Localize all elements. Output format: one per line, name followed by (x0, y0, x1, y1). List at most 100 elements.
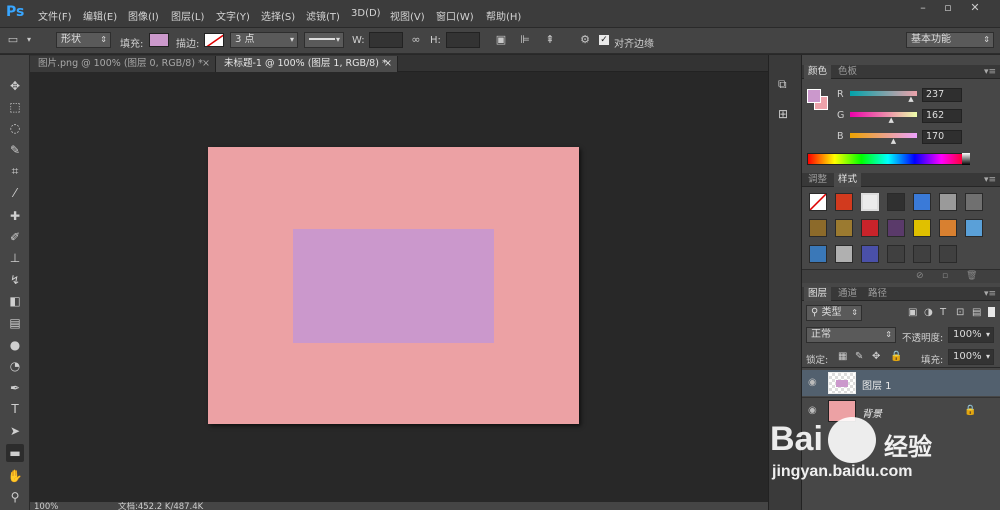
healing-brush-tool-icon[interactable]: ✚ (6, 207, 24, 225)
menu-window[interactable]: 窗口(W) (436, 8, 474, 23)
style-swatch[interactable] (887, 219, 905, 237)
blue-value-input[interactable]: 170 (922, 130, 962, 144)
link-icon[interactable]: ∞ (409, 33, 423, 47)
new-style-icon[interactable]: ▫ (942, 271, 948, 281)
history-brush-tool-icon[interactable]: ↯ (6, 271, 24, 289)
style-swatch[interactable] (965, 193, 983, 211)
menu-file[interactable]: 文件(F) (38, 8, 72, 23)
stroke-size-select[interactable]: 3 点 ▾ (230, 32, 298, 48)
history-panel-icon[interactable]: ⧉ (778, 77, 794, 93)
delete-style-icon[interactable]: 🗑 (966, 271, 977, 281)
black-white-ramp[interactable] (962, 153, 970, 165)
minimize-icon[interactable]: – (910, 0, 936, 16)
clear-style-icon[interactable]: ⊘ (916, 271, 924, 281)
layer-name[interactable]: 图层 1 (862, 377, 892, 392)
gear-icon[interactable]: ⚙ (578, 33, 592, 47)
lock-transparency-icon[interactable]: ▦ (838, 351, 847, 362)
lock-position-icon[interactable]: ✥ (872, 351, 880, 362)
close-tab-icon[interactable]: × (202, 56, 210, 72)
green-slider-handle[interactable]: ▲ (889, 116, 894, 124)
menu-3d[interactable]: 3D(D) (351, 8, 381, 19)
menu-edit[interactable]: 编辑(E) (83, 8, 117, 23)
chevron-down-icon[interactable]: ▾ (22, 33, 36, 47)
color-spectrum-bar[interactable] (807, 153, 969, 165)
style-swatch[interactable] (913, 245, 931, 263)
green-value-input[interactable]: 162 (922, 109, 962, 123)
opacity-input[interactable]: 100% ▾ (948, 327, 994, 343)
panel-menu-icon[interactable]: ▾≡ (984, 173, 996, 187)
menu-layer[interactable]: 图层(L) (171, 8, 204, 23)
type-tool-icon[interactable]: T (6, 400, 24, 418)
tab-layers[interactable]: 图层 (804, 287, 832, 301)
blend-mode-select[interactable]: 正常 ⇕ (806, 327, 896, 343)
style-swatch[interactable] (835, 219, 853, 237)
width-input[interactable] (369, 32, 403, 48)
path-arrangement-icon[interactable]: ⇞ (543, 33, 557, 47)
red-value-input[interactable]: 237 (922, 88, 962, 102)
lasso-tool-icon[interactable]: ◌ (6, 119, 24, 137)
menu-image[interactable]: 图像(I) (128, 8, 159, 23)
clone-stamp-tool-icon[interactable]: ⊥ (6, 249, 24, 267)
dodge-tool-icon[interactable]: ◔ (6, 357, 24, 375)
panel-menu-icon[interactable]: ▾≡ (984, 287, 996, 301)
style-swatch[interactable] (939, 219, 957, 237)
menu-filter[interactable]: 滤镜(T) (306, 8, 340, 23)
pen-tool-icon[interactable]: ✒ (6, 379, 24, 397)
fill-input[interactable]: 100% ▾ (948, 349, 994, 365)
style-swatch[interactable] (939, 193, 957, 211)
tab-untitled-1[interactable]: 未标题-1 @ 100% (图层 1, RGB/8) * × (216, 56, 398, 72)
eraser-tool-icon[interactable]: ◧ (6, 292, 24, 310)
layer-row-layer-1[interactable]: ◉ 图层 1 (802, 370, 1000, 396)
stroke-swatch[interactable] (204, 33, 224, 47)
lock-pixels-icon[interactable]: ✎ (855, 351, 863, 362)
red-slider-handle[interactable]: ▲ (908, 95, 913, 103)
tab-color[interactable]: 颜色 (804, 65, 832, 79)
filter-toggle[interactable] (988, 307, 995, 317)
filter-shape-icon[interactable]: ⊡ (956, 307, 964, 318)
menu-select[interactable]: 选择(S) (261, 8, 295, 23)
style-swatch[interactable] (835, 245, 853, 263)
menu-type[interactable]: 文字(Y) (216, 8, 250, 23)
workspace-select[interactable]: 基本功能 ⇕ (906, 32, 994, 48)
style-swatch[interactable] (809, 193, 827, 211)
tab-styles[interactable]: 样式 (834, 173, 862, 187)
style-swatch[interactable] (861, 219, 879, 237)
rectangle-shape-layer[interactable] (293, 229, 494, 343)
zoom-tool-icon[interactable]: ⚲ (6, 488, 24, 506)
restore-icon[interactable]: ▫ (935, 0, 961, 16)
path-selection-tool-icon[interactable]: ➤ (6, 422, 24, 440)
crop-tool-icon[interactable]: ⌗ (6, 162, 24, 180)
close-tab-icon[interactable]: × (384, 56, 392, 72)
move-tool-icon[interactable]: ✥ (6, 77, 24, 95)
foreground-color-swatch[interactable] (807, 89, 821, 103)
red-slider[interactable] (850, 91, 917, 96)
path-operations-icon[interactable]: ▣ (494, 33, 508, 47)
tool-preset-picker[interactable]: ▭ (6, 33, 20, 47)
quick-select-tool-icon[interactable]: ✎ (6, 141, 24, 159)
tab-image-png[interactable]: 图片.png @ 100% (图层 0, RGB/8) * × (30, 56, 216, 72)
blue-slider[interactable] (850, 133, 917, 138)
marquee-tool-icon[interactable]: ⬚ (6, 98, 24, 116)
style-swatch[interactable] (809, 245, 827, 263)
style-swatch[interactable] (809, 219, 827, 237)
filter-adjustment-icon[interactable]: ◑ (924, 307, 933, 318)
menu-view[interactable]: 视图(V) (390, 8, 425, 23)
stroke-type-select[interactable]: ▾ (304, 32, 344, 48)
align-edges-checkbox[interactable]: ✓ (599, 35, 609, 45)
properties-panel-icon[interactable]: ⊞ (778, 107, 794, 123)
style-swatch[interactable] (913, 219, 931, 237)
tab-swatches[interactable]: 色板 (834, 65, 861, 79)
blur-tool-icon[interactable]: ● (6, 336, 24, 354)
menu-help[interactable]: 帮助(H) (486, 8, 521, 23)
fill-swatch[interactable] (149, 33, 169, 47)
style-swatch[interactable] (965, 219, 983, 237)
filter-type-icon[interactable]: T (940, 307, 946, 318)
zoom-level[interactable]: 100% (34, 502, 58, 510)
path-alignment-icon[interactable]: ⊫ (518, 33, 532, 47)
rectangle-tool-icon[interactable]: ▬ (6, 444, 24, 462)
shape-mode-select[interactable]: 形状 ⇕ (56, 32, 111, 48)
filter-pixel-icon[interactable]: ▣ (908, 307, 917, 318)
style-swatch[interactable] (887, 193, 905, 211)
lock-all-icon[interactable]: 🔒 (890, 351, 902, 362)
tab-adjustments[interactable]: 调整 (804, 173, 831, 187)
